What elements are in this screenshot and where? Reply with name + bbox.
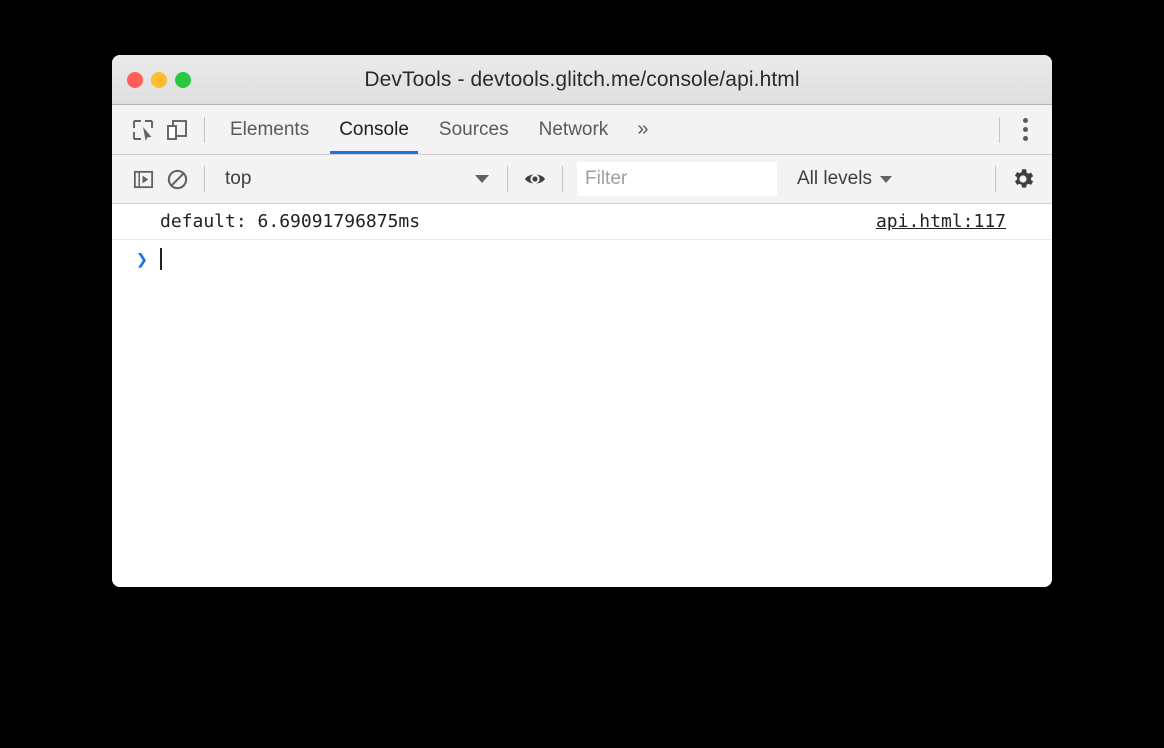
tab-console[interactable]: Console xyxy=(324,105,424,154)
console-message-row[interactable]: default: 6.69091796875ms api.html:117 xyxy=(112,204,1052,240)
devtools-tabbar: Elements Console Sources Network » xyxy=(112,105,1052,155)
console-toolbar-divider-1 xyxy=(204,166,205,192)
console-toolbar-right-group xyxy=(985,155,1052,203)
window-titlebar: DevTools - devtools.glitch.me/console/ap… xyxy=(112,55,1052,105)
chevron-down-icon xyxy=(879,175,892,183)
log-level-selector[interactable]: All levels xyxy=(789,163,900,195)
tabbar-divider xyxy=(204,116,205,143)
tab-console-label: Console xyxy=(339,118,409,140)
devtools-window: DevTools - devtools.glitch.me/console/ap… xyxy=(112,55,1052,587)
minimize-window-button[interactable] xyxy=(151,71,167,88)
tabs-overflow-label: » xyxy=(637,118,649,140)
kebab-menu-icon[interactable] xyxy=(1010,118,1040,141)
close-window-button[interactable] xyxy=(127,71,143,88)
console-message-list: default: 6.69091796875ms api.html:117 ❯ xyxy=(112,204,1052,587)
clear-console-icon[interactable] xyxy=(160,162,194,196)
console-prompt-row[interactable]: ❯ xyxy=(112,240,1052,278)
tabbar-right-group xyxy=(989,105,1052,154)
chevron-down-icon xyxy=(475,175,489,183)
prompt-chevron-icon: ❯ xyxy=(136,247,149,271)
filter-input[interactable] xyxy=(577,162,777,196)
tab-sources-label: Sources xyxy=(438,118,509,140)
execution-context-value: top xyxy=(225,168,252,189)
live-expression-eye-icon[interactable] xyxy=(518,162,552,196)
window-title: DevTools - devtools.glitch.me/console/ap… xyxy=(364,67,800,91)
tab-elements[interactable]: Elements xyxy=(215,105,324,154)
tabbar-right-divider xyxy=(999,116,1000,143)
tab-sources[interactable]: Sources xyxy=(424,105,524,154)
execution-context-selector[interactable]: top xyxy=(215,163,497,195)
console-toolbar: top All levels xyxy=(112,155,1052,204)
console-message-text: default: 6.69091796875ms xyxy=(160,211,421,232)
inspect-element-icon[interactable] xyxy=(126,113,160,147)
console-message-source-link[interactable]: api.html:117 xyxy=(876,211,1006,232)
console-toolbar-divider-4 xyxy=(995,166,996,192)
settings-gear-icon[interactable] xyxy=(1006,162,1040,196)
show-console-sidebar-icon[interactable] xyxy=(126,162,160,196)
console-toolbar-divider-3 xyxy=(562,166,563,192)
zoom-window-button[interactable] xyxy=(175,71,191,88)
panel-tabs: Elements Console Sources Network » xyxy=(215,105,662,154)
traffic-lights xyxy=(127,71,191,88)
console-toolbar-divider-2 xyxy=(507,166,508,192)
tab-network[interactable]: Network xyxy=(524,105,624,154)
tab-elements-label: Elements xyxy=(230,118,310,140)
log-level-value: All levels xyxy=(797,168,872,189)
device-toolbar-icon[interactable] xyxy=(160,113,194,147)
tab-network-label: Network xyxy=(538,118,609,140)
tabs-overflow-button[interactable]: » xyxy=(623,105,662,154)
prompt-text-caret xyxy=(160,248,163,270)
